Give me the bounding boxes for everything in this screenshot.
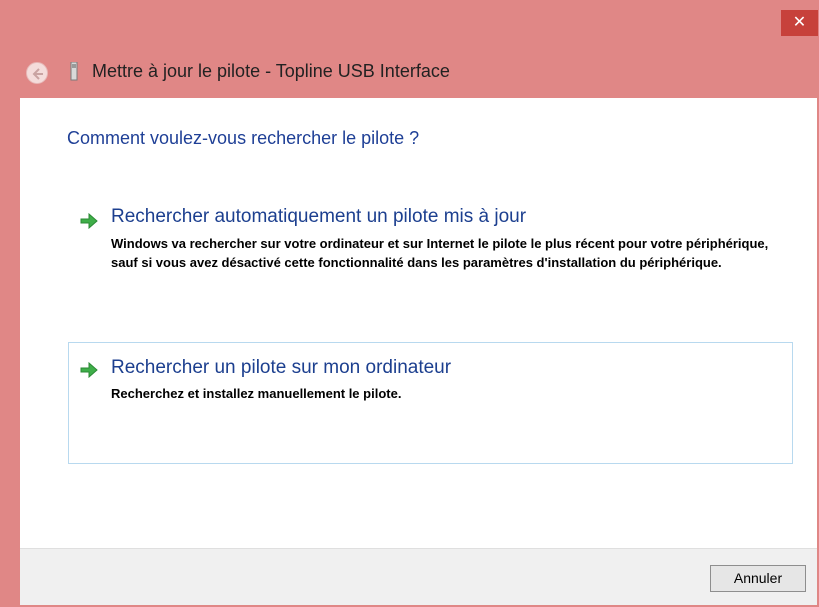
- green-arrow-icon: [80, 362, 98, 378]
- close-button[interactable]: ✕: [781, 10, 818, 36]
- footer-bar: Annuler: [20, 548, 817, 605]
- content-area: Comment voulez-vous rechercher le pilote…: [20, 98, 817, 548]
- window-title: Mettre à jour le pilote - Topline USB In…: [92, 61, 450, 81]
- green-arrow-icon: [80, 213, 98, 229]
- dialog-window: ✕ Mettre à jour le pilote - Topline USB …: [0, 0, 819, 607]
- close-icon: ✕: [792, 14, 807, 31]
- window-left-border: [0, 98, 20, 607]
- option-title: Rechercher automatiquement un pilote mis…: [111, 206, 527, 227]
- usb-device-icon: [70, 62, 78, 81]
- option-title: Rechercher un pilote sur mon ordinateur: [111, 357, 452, 378]
- back-arrow-icon: [32, 68, 43, 80]
- page-heading: Comment voulez-vous rechercher le pilote…: [67, 128, 420, 148]
- back-button[interactable]: [26, 62, 48, 84]
- option-description: Windows va rechercher sur votre ordinate…: [111, 236, 769, 270]
- option-browse-computer[interactable]: Rechercher un pilote sur mon ordinateur …: [68, 342, 793, 464]
- cancel-button[interactable]: Annuler: [710, 565, 806, 592]
- option-description: Recherchez et installez manuellement le …: [111, 386, 402, 401]
- option-search-automatically[interactable]: Rechercher automatiquement un pilote mis…: [68, 198, 793, 298]
